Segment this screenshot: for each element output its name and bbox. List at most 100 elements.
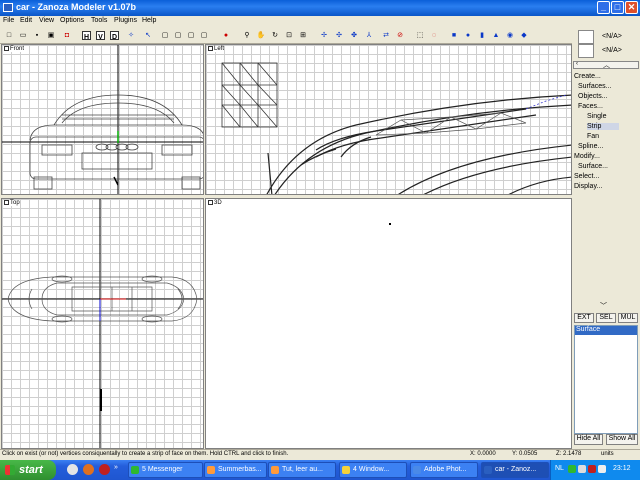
- surface-list[interactable]: Surface: [574, 325, 638, 434]
- menu-edit[interactable]: Edit: [20, 17, 32, 24]
- view-top-icon[interactable]: ▢: [186, 30, 196, 41]
- save-icon[interactable]: ▪: [32, 30, 42, 41]
- new-icon[interactable]: □: [4, 30, 14, 41]
- sphere-prim-icon[interactable]: ●: [463, 30, 473, 41]
- spinner-2[interactable]: [578, 44, 594, 58]
- zoom-window-icon[interactable]: ⊞: [298, 30, 308, 41]
- windows-flag-icon: [5, 465, 15, 475]
- viewport-top[interactable]: Top: [1, 198, 204, 449]
- tray-security-icon[interactable]: [588, 465, 596, 473]
- open-icon[interactable]: ▭: [18, 30, 28, 41]
- viewport-3d[interactable]: 3D: [205, 198, 572, 449]
- tray-network-icon[interactable]: [578, 465, 586, 473]
- menu-options[interactable]: Options: [60, 17, 84, 24]
- menu-faces[interactable]: Faces...: [578, 103, 603, 110]
- language-indicator[interactable]: NL: [555, 465, 564, 472]
- quicklaunch-more-icon[interactable]: »: [114, 464, 118, 471]
- menu-fan[interactable]: Fan: [587, 133, 599, 140]
- status-bar: Click on exist (or not) vertices consiqu…: [0, 449, 640, 460]
- mirror-icon[interactable]: ⇄: [381, 30, 391, 41]
- task-tut[interactable]: Tut, leer au...: [268, 462, 336, 478]
- menu-plugins[interactable]: Plugins: [114, 17, 137, 24]
- menu-strip[interactable]: Strip: [587, 123, 619, 130]
- pointer-icon[interactable]: ↖: [143, 30, 153, 41]
- scale-icon[interactable]: ✣: [334, 30, 344, 41]
- viewport-label-top: Top: [4, 200, 20, 206]
- select-circle-icon[interactable]: ◌: [429, 30, 439, 41]
- menu-view[interactable]: View: [39, 17, 54, 24]
- spinner-1[interactable]: [578, 30, 594, 44]
- select-rect-icon[interactable]: ⬚: [415, 30, 425, 41]
- cone-icon[interactable]: ▲: [491, 30, 501, 41]
- menu-spline[interactable]: Spline...: [578, 143, 603, 150]
- show-all-button[interactable]: Show All: [606, 434, 638, 445]
- menu-display[interactable]: Display...: [574, 183, 602, 190]
- rotate-icon[interactable]: ↻: [270, 30, 280, 41]
- task-summerbas[interactable]: Summerbas...: [204, 462, 267, 478]
- quicklaunch-opera-icon[interactable]: [99, 464, 110, 475]
- task-messenger[interactable]: 5 Messenger: [128, 462, 203, 478]
- zoom-icon[interactable]: ⚲: [242, 30, 252, 41]
- menu-surfaces[interactable]: Surfaces...: [578, 83, 611, 90]
- menu-single[interactable]: Single: [587, 113, 606, 120]
- zoom-extents-icon[interactable]: ⊡: [284, 30, 294, 41]
- menu-create[interactable]: Create...: [574, 73, 601, 80]
- task-photoshop[interactable]: Adobe Phot...: [410, 462, 478, 478]
- hide-all-button[interactable]: Hide All: [574, 434, 603, 445]
- cylinder-icon[interactable]: ▮: [477, 30, 487, 41]
- sel-button[interactable]: SEL: [596, 313, 616, 323]
- mul-button[interactable]: MUL: [618, 313, 638, 323]
- status-x: X: 0.0000: [470, 451, 496, 457]
- move-icon[interactable]: ✢: [319, 30, 329, 41]
- close-button[interactable]: ✕: [625, 1, 638, 14]
- menu-select[interactable]: Select...: [574, 173, 599, 180]
- quicklaunch-firefox-icon[interactable]: [83, 464, 94, 475]
- ext-button[interactable]: EXT: [574, 313, 594, 323]
- status-units: units: [601, 451, 614, 457]
- panel-scroll-down[interactable]: ﹀: [573, 303, 639, 311]
- viewport-label-front: Front: [4, 46, 25, 52]
- snap-icon[interactable]: ✧: [126, 30, 136, 41]
- pan-icon[interactable]: ✋: [256, 30, 266, 41]
- view-left-icon[interactable]: ▢: [173, 30, 183, 41]
- torus-icon[interactable]: ◉: [505, 30, 515, 41]
- rotate-tool-icon[interactable]: ✤: [349, 30, 359, 41]
- sphere-icon[interactable]: ●: [221, 30, 231, 41]
- render-icon[interactable]: ◘: [62, 30, 72, 41]
- task-zanoza[interactable]: car - Zanoz...: [481, 462, 549, 478]
- cube-icon[interactable]: ■: [449, 30, 459, 41]
- status-z: Z: 2.1478: [556, 451, 582, 457]
- zanoza-icon: [484, 466, 492, 474]
- v-toggle[interactable]: V: [96, 31, 105, 41]
- panel-scroll-up[interactable]: ‹ ︿: [573, 61, 639, 69]
- export-icon[interactable]: ▣: [46, 30, 56, 41]
- mesh-icon[interactable]: ◆: [519, 30, 529, 41]
- no-icon[interactable]: ⊘: [395, 30, 405, 41]
- viewport-label-left: Left: [208, 46, 225, 52]
- chevron-down-icon: ﹀: [600, 303, 607, 310]
- tray-volume-icon[interactable]: [598, 465, 606, 473]
- front-car-drawing: [2, 45, 203, 194]
- maximize-button[interactable]: □: [611, 1, 624, 14]
- menu-file[interactable]: File: [3, 17, 14, 24]
- view-3d-icon[interactable]: ▢: [199, 30, 209, 41]
- menu-help[interactable]: Help: [142, 17, 156, 24]
- browser-icon: [207, 466, 215, 474]
- h-toggle[interactable]: H: [82, 31, 91, 41]
- task-windows[interactable]: 4 Window...: [339, 462, 407, 478]
- d-toggle[interactable]: D: [110, 31, 119, 41]
- axis-icon[interactable]: ⅄: [364, 30, 374, 41]
- start-button[interactable]: start: [0, 460, 56, 480]
- menu-modify[interactable]: Modify...: [574, 153, 600, 160]
- spinner-2-value: <N/A>: [602, 47, 622, 54]
- quicklaunch-app-icon[interactable]: [67, 464, 78, 475]
- tray-messenger-icon[interactable]: [568, 465, 576, 473]
- list-item[interactable]: Surface: [575, 326, 637, 335]
- menu-surface[interactable]: Surface...: [578, 163, 608, 170]
- menu-objects[interactable]: Objects...: [578, 93, 608, 100]
- view-front-icon[interactable]: ▢: [160, 30, 170, 41]
- viewport-front[interactable]: Front: [1, 44, 204, 195]
- menu-tools[interactable]: Tools: [91, 17, 107, 24]
- viewport-left[interactable]: Left: [205, 44, 572, 195]
- minimize-button[interactable]: _: [597, 1, 610, 14]
